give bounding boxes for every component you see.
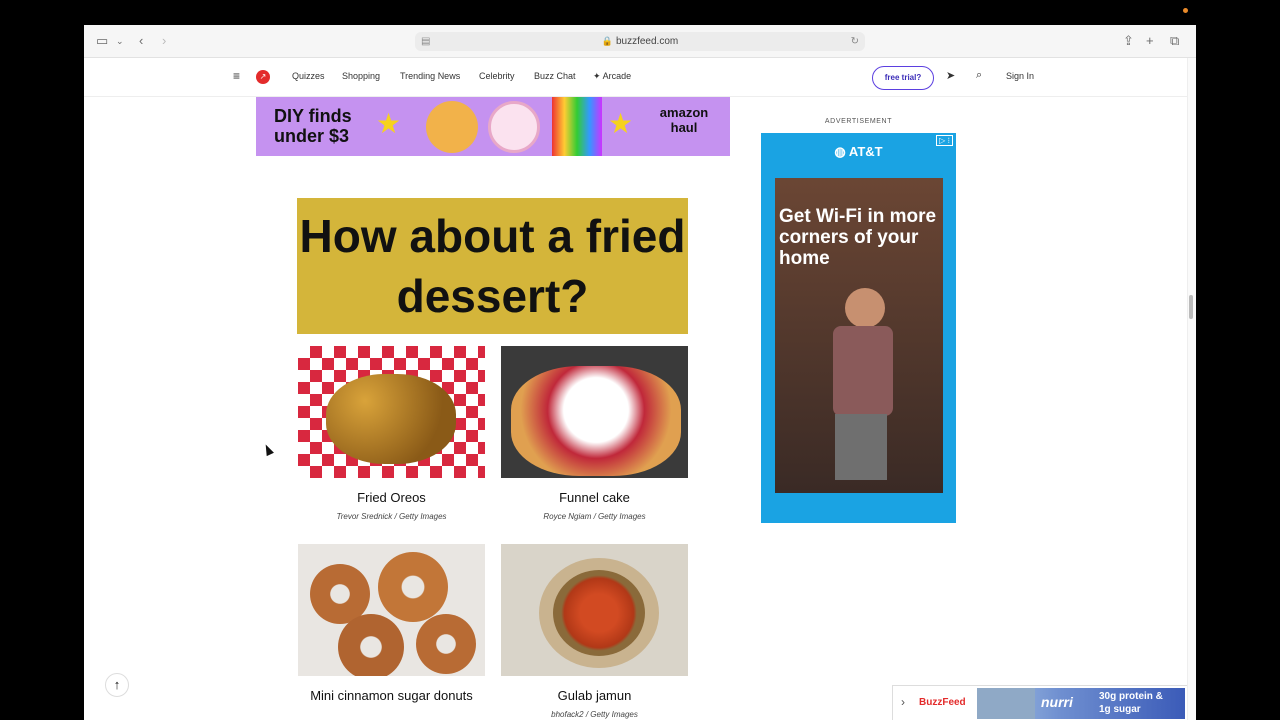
side-ad[interactable]: ◍ AT&T ▷ ⁝ Get Wi-Fi in more corners of … xyxy=(761,133,956,523)
browser-window: ▭ ⌄ ‹ › ▤ 🔒 buzzfeed.com ↻ ⇪ + ⧉ ≡ ↗ Quiz… xyxy=(84,25,1196,720)
card-credit: bhofack2 / Getty Images xyxy=(551,710,638,719)
card-credit: Royce Ngiam / Getty Images xyxy=(543,512,646,521)
share-icon[interactable]: ⇪ xyxy=(1123,33,1134,49)
gulab-jamun-image xyxy=(501,544,688,676)
buzzfeed-logo-icon[interactable]: ↗ xyxy=(256,70,270,84)
ad-photo: Get Wi-Fi in more corners of your home xyxy=(775,178,943,493)
ad-creative-photo xyxy=(977,688,1035,719)
adchoices-icon[interactable]: ▷ ⁝ xyxy=(936,135,953,146)
nav-shopping[interactable]: Shopping xyxy=(342,71,380,81)
star-icon: ★ xyxy=(376,108,402,139)
lock-icon: 🔒 xyxy=(601,36,613,46)
free-trial-button[interactable]: free trial? xyxy=(872,66,934,90)
nav-buzz-chat[interactable]: Buzz Chat xyxy=(534,71,576,81)
buzzfeed-label: BuzzFeed xyxy=(919,697,966,708)
att-brand-text: AT&T xyxy=(848,144,883,159)
bottom-ad[interactable]: › BuzzFeed nurri 30g protein & 1g sugar xyxy=(892,685,1187,720)
banner-ad-text: DIY finds under $3 xyxy=(274,106,352,146)
globe-icon: ◍ xyxy=(834,144,846,159)
address-bar[interactable]: ▤ 🔒 buzzfeed.com ↻ xyxy=(415,32,865,51)
scrollbar[interactable] xyxy=(1187,58,1196,720)
nav-trending-news[interactable]: Trending News xyxy=(400,71,460,81)
list-item[interactable]: Funnel cake Royce Ngiam / Getty Images xyxy=(501,346,688,521)
list-item[interactable]: Mini cinnamon sugar donuts xyxy=(298,544,485,704)
banner-ad[interactable]: DIY finds under $3 ★ ★ amazon haul xyxy=(256,97,730,156)
list-item[interactable]: Gulab jamun bhofack2 / Getty Images xyxy=(501,544,688,719)
headline-text: How about a fried dessert? xyxy=(299,210,686,322)
fried-oreos-image xyxy=(298,346,485,478)
star-icon: ★ xyxy=(608,108,634,139)
card-title: Mini cinnamon sugar donuts xyxy=(310,688,473,703)
card-title: Fried Oreos xyxy=(357,490,426,505)
ad-claim: 30g protein & 1g sugar xyxy=(1099,691,1163,715)
card-title: Gulab jamun xyxy=(557,688,632,703)
send-icon[interactable]: ➤ xyxy=(946,69,955,82)
browser-toolbar: ▭ ⌄ ‹ › ▤ 🔒 buzzfeed.com ↻ ⇪ + ⧉ xyxy=(84,25,1196,58)
funnel-cake-image xyxy=(501,346,688,478)
back-icon[interactable]: ‹ xyxy=(139,33,143,49)
site-nav: ≡ ↗ Quizzes Shopping Trending News Celeb… xyxy=(84,58,1187,97)
amazon-haul-logo: amazon haul xyxy=(659,105,709,135)
list-item[interactable]: Fried Oreos Trevor Srednick / Getty Imag… xyxy=(298,346,485,521)
paint-set-image xyxy=(552,97,602,156)
ad-creative: nurri 30g protein & 1g sugar xyxy=(977,688,1185,719)
tabs-icon[interactable]: ⧉ xyxy=(1170,33,1179,49)
yarn-image xyxy=(426,101,478,153)
sparkle-icon: ✦ xyxy=(593,71,601,81)
sidebar-icon[interactable]: ▭ xyxy=(96,33,108,49)
reload-icon[interactable]: ↻ xyxy=(851,32,859,51)
nav-celebrity[interactable]: Celebrity xyxy=(479,71,515,81)
embroidery-image xyxy=(488,101,540,153)
nav-quizzes[interactable]: Quizzes xyxy=(292,71,325,81)
ad-label: ADVERTISEMENT xyxy=(824,118,893,125)
cinnamon-donuts-image xyxy=(298,544,485,676)
page-icon: ▤ xyxy=(421,36,431,47)
card-credit: Trevor Srednick / Getty Images xyxy=(336,512,447,521)
menu-icon[interactable]: ≡ xyxy=(233,69,240,83)
section-headline: How about a fried dessert? xyxy=(297,198,688,334)
nav-arcade-label: Arcade xyxy=(602,71,632,81)
nurri-logo: nurri xyxy=(1041,694,1073,710)
search-icon[interactable]: ⌕ xyxy=(976,69,982,82)
new-tab-icon[interactable]: + xyxy=(1146,33,1154,49)
status-dot xyxy=(1183,8,1188,13)
card-title: Funnel cake xyxy=(559,490,630,505)
chevron-right-icon[interactable]: › xyxy=(901,695,905,709)
nav-arcade[interactable]: ✦ Arcade xyxy=(593,71,631,82)
scroll-to-top-button[interactable]: ↑ xyxy=(105,673,129,697)
att-logo: ◍ AT&T xyxy=(761,144,956,160)
ad-copy: Get Wi-Fi in more corners of your home xyxy=(779,206,937,269)
chevron-down-icon[interactable]: ⌄ xyxy=(116,33,124,49)
url-text: buzzfeed.com xyxy=(615,36,679,47)
forward-icon[interactable]: › xyxy=(162,33,166,49)
sign-in-link[interactable]: Sign In xyxy=(1006,71,1034,81)
scrollbar-thumb[interactable] xyxy=(1189,295,1193,319)
